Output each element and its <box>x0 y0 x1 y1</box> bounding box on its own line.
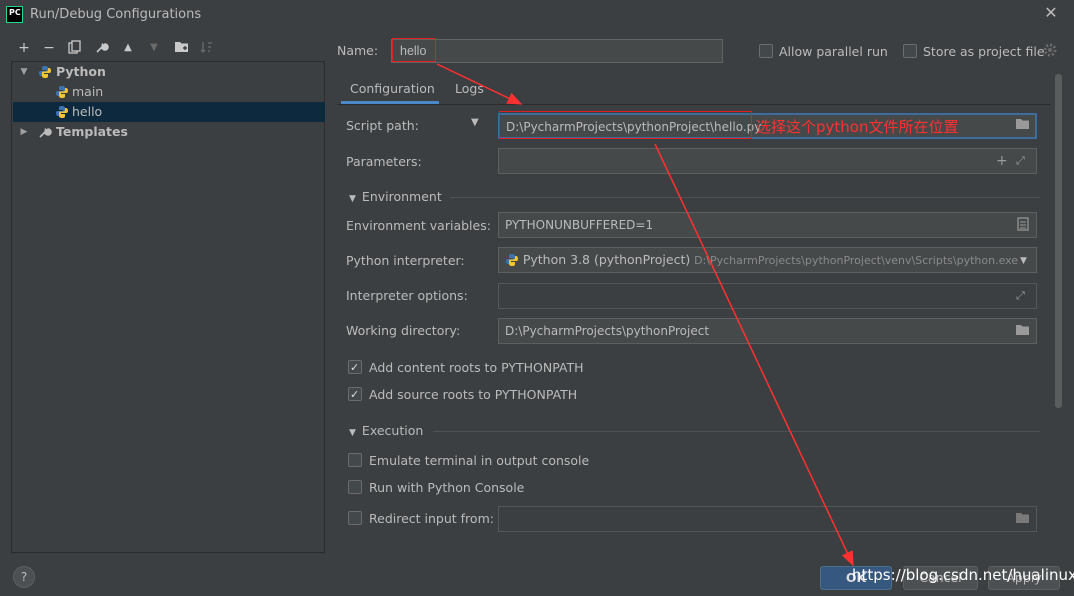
annotation-arrows <box>436 63 854 567</box>
annotation-arrow-to-script <box>436 63 523 105</box>
annotation-arrow-to-ok <box>654 143 854 567</box>
watermark: https://blog.csdn.net/hualinux <box>852 566 1074 584</box>
help-button[interactable]: ? <box>13 566 35 588</box>
